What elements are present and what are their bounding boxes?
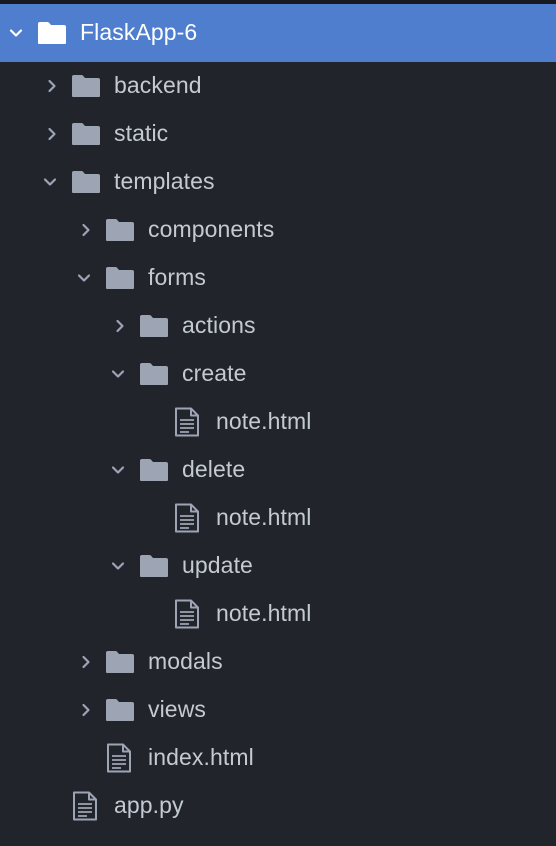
tree-item-modals[interactable]: modals [0,638,556,686]
chevron-down-icon[interactable] [76,270,92,286]
folder-icon [106,267,134,289]
tree-item-label: actions [182,311,256,338]
tree-item-label: forms [148,263,206,290]
tree-item-backend[interactable]: backend [0,62,556,110]
file-text-icon [175,407,199,437]
folder-icon [140,555,168,577]
tree-item-index-html[interactable]: index.html [0,734,556,782]
folder-icon [106,219,134,241]
folder-icon [106,699,134,721]
tree-item-update[interactable]: update [0,542,556,590]
tree-item-label: components [148,215,275,242]
tree-root-label: FlaskApp-6 [80,18,198,45]
folder-icon [38,22,66,44]
chevron-down-icon[interactable] [42,174,58,190]
tree-item-label: backend [114,71,202,98]
folder-icon [72,75,100,97]
tree-item-templates[interactable]: templates [0,158,556,206]
tree-item-views[interactable]: views [0,686,556,734]
file-tree: FlaskApp-6 backend static templates comp… [0,0,556,846]
file-text-icon [107,743,131,773]
tree-item-label: delete [182,455,246,482]
file-text-icon [175,503,199,533]
tree-item-label: note.html [216,407,312,434]
tree-item-create[interactable]: create [0,350,556,398]
tree-item-components[interactable]: components [0,206,556,254]
chevron-right-icon[interactable] [78,222,94,238]
chevron-right-icon[interactable] [112,318,128,334]
tree-root-row[interactable]: FlaskApp-6 [0,4,556,62]
folder-icon [140,315,168,337]
tree-item-label: views [148,695,207,722]
tree-item-label: create [182,359,247,386]
folder-icon [106,651,134,673]
tree-item-label: modals [148,647,223,674]
tree-item-app-py[interactable]: app.py [0,782,556,830]
chevron-down-icon[interactable] [110,366,126,382]
tree-item-label: update [182,551,253,578]
tree-item-forms[interactable]: forms [0,254,556,302]
tree-item-label: templates [114,167,215,194]
tree-item-static[interactable]: static [0,110,556,158]
chevron-right-icon[interactable] [44,126,60,142]
tree-item-label: app.py [114,791,184,818]
tree-item-delete[interactable]: delete [0,446,556,494]
tree-item-label: index.html [148,743,254,770]
chevron-down-icon[interactable] [8,25,24,41]
tree-item-delete-note-html[interactable]: note.html [0,494,556,542]
folder-icon [72,123,100,145]
chevron-down-icon[interactable] [110,558,126,574]
tree-item-label: note.html [216,503,312,530]
chevron-right-icon[interactable] [44,78,60,94]
tree-item-create-note-html[interactable]: note.html [0,398,556,446]
folder-icon [140,459,168,481]
tree-item-label: note.html [216,599,312,626]
tree-item-update-note-html[interactable]: note.html [0,590,556,638]
file-text-icon [73,791,97,821]
chevron-right-icon[interactable] [78,654,94,670]
folder-icon [72,171,100,193]
folder-icon [140,363,168,385]
chevron-down-icon[interactable] [110,462,126,478]
chevron-right-icon[interactable] [78,702,94,718]
tree-item-label: static [114,119,169,146]
file-text-icon [175,599,199,629]
tree-item-actions[interactable]: actions [0,302,556,350]
